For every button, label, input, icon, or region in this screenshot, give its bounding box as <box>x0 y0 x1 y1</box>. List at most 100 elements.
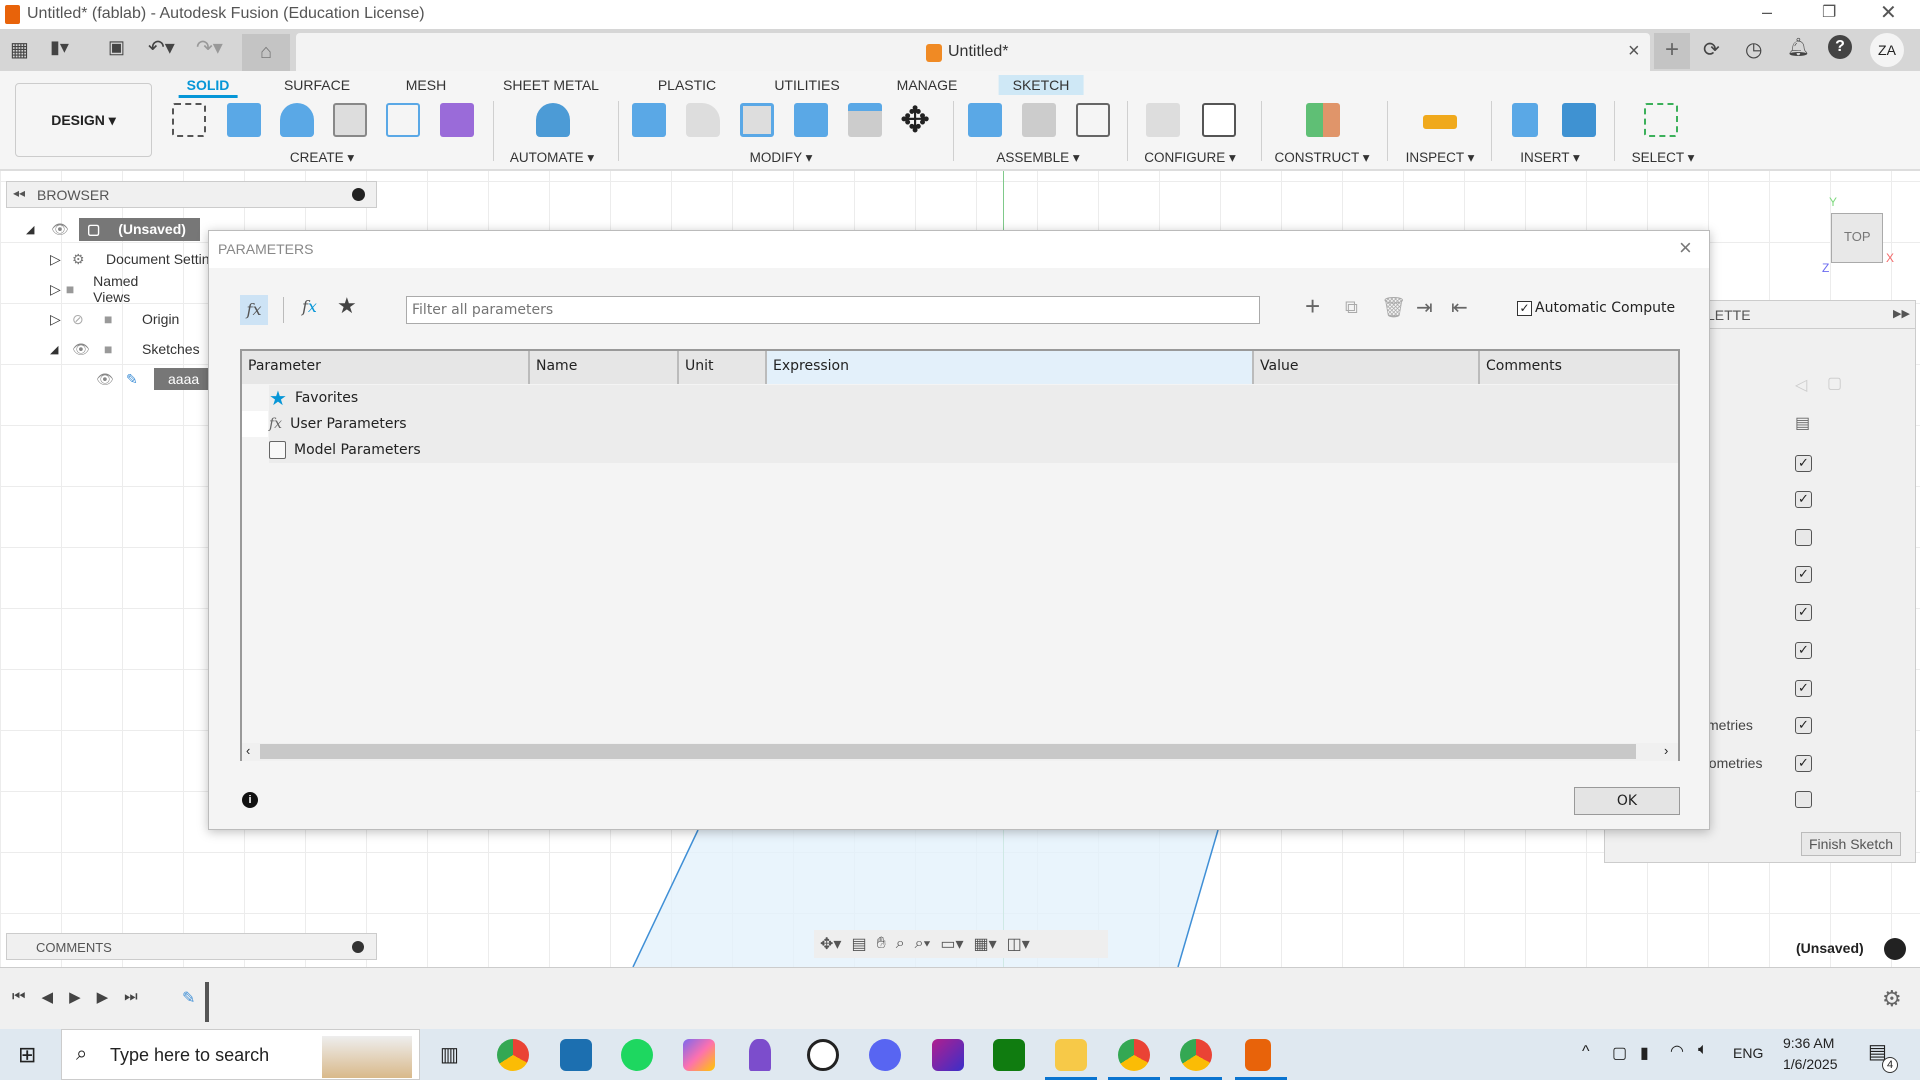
visibility-eye-icon[interactable]: 👁︎ <box>72 341 104 358</box>
inspect-menu[interactable]: INSPECT ▾ <box>1406 150 1475 166</box>
joint-icon[interactable] <box>1022 103 1056 137</box>
restore-button[interactable]: ❐ <box>1822 2 1836 22</box>
taskbar-search-box[interactable]: ⌕ Type here to search <box>61 1029 420 1080</box>
pattern-icon[interactable] <box>386 103 420 137</box>
hidden-eye-icon[interactable]: ⊘ <box>72 311 104 328</box>
new-component-icon[interactable] <box>968 103 1002 137</box>
configuration-table-icon[interactable] <box>1202 103 1236 137</box>
create-menu[interactable]: CREATE ▾ <box>290 150 354 166</box>
extrude-icon[interactable] <box>227 103 261 137</box>
add-comment-icon[interactable] <box>352 941 364 953</box>
fillet-icon[interactable] <box>686 103 720 137</box>
step-forward-icon[interactable]: ▶ <box>97 988 109 1006</box>
notification-bell-icon[interactable]: 🔔︎ <box>1787 37 1810 58</box>
construct-plane-icon[interactable] <box>1306 103 1340 137</box>
zoom-icon[interactable]: ⌕ <box>896 935 905 953</box>
chrome-icon[interactable] <box>497 1039 529 1071</box>
job-status-icon[interactable]: ⟳ <box>1703 37 1720 62</box>
browser-options-icon[interactable] <box>352 188 365 201</box>
combine-icon[interactable] <box>794 103 828 137</box>
comments-panel-header[interactable]: COMMENTS <box>6 933 377 960</box>
orbit-icon[interactable]: ✥▾ <box>820 934 841 954</box>
construct-menu[interactable]: CONSTRUCT ▾ <box>1274 150 1369 166</box>
cloud-sync-icon[interactable] <box>1884 938 1906 960</box>
file-menu-icon[interactable]: ▮▾ <box>50 37 69 58</box>
visibility-eye-icon[interactable]: 👁︎ <box>51 221 79 238</box>
viewcube-face-top[interactable]: TOP <box>1844 229 1871 244</box>
tab-surface[interactable]: SURFACE <box>276 75 358 95</box>
meet-now-icon[interactable]: ▢ <box>1612 1043 1627 1063</box>
palette-checkbox[interactable] <box>1795 529 1812 546</box>
undo-icon[interactable]: ↶▾ <box>148 35 175 60</box>
close-dialog-button[interactable]: × <box>1679 235 1692 261</box>
play-icon[interactable]: ▶ <box>69 988 81 1006</box>
app-icon-blue[interactable] <box>560 1039 592 1071</box>
move-icon[interactable]: ✥ <box>900 99 930 141</box>
slice-icon[interactable]: ▢ <box>1827 373 1842 393</box>
timeline-sketch-feature-icon[interactable]: ✎ <box>182 988 195 1008</box>
display-settings-icon[interactable]: ▭▾ <box>940 934 963 954</box>
timeline-settings-gear-icon[interactable]: ⚙ <box>1882 986 1902 1012</box>
favorites-row[interactable]: ★ Favorites <box>269 385 358 411</box>
user-parameters-row[interactable]: fx User Parameters <box>269 411 407 437</box>
user-parameters-filter-icon[interactable]: fx <box>302 297 317 316</box>
press-pull-icon[interactable] <box>632 103 666 137</box>
tab-manage[interactable]: MANAGE <box>889 75 966 95</box>
clickup-icon[interactable] <box>683 1039 715 1071</box>
app-icon-purple[interactable] <box>932 1039 964 1071</box>
automate-menu[interactable]: AUTOMATE ▾ <box>510 150 594 166</box>
look-at-icon[interactable]: ◁ <box>1795 375 1807 395</box>
save-icon[interactable]: ▣ <box>108 37 125 58</box>
tab-sheet-metal[interactable]: SHEET METAL <box>495 75 607 95</box>
timeline-marker[interactable] <box>205 982 209 1022</box>
step-back-icon[interactable]: ◀ <box>42 988 54 1006</box>
minimize-button[interactable]: – <box>1762 2 1772 23</box>
model-parameters-row[interactable]: Model Parameters <box>269 437 421 463</box>
hole-icon[interactable] <box>333 103 367 137</box>
home-button[interactable]: ⌂ <box>242 34 290 71</box>
insert-canvas-icon[interactable] <box>1562 103 1596 137</box>
scroll-left-icon[interactable]: ‹ <box>246 743 250 758</box>
spotify-icon[interactable] <box>621 1039 653 1071</box>
palette-checkbox[interactable]: ✓ <box>1795 455 1812 472</box>
volume-icon[interactable]: 🔈︎ <box>1698 1041 1708 1059</box>
configure-menu[interactable]: CONFIGURE ▾ <box>1144 150 1236 166</box>
redo-icon[interactable]: ↷▾ <box>196 35 223 60</box>
history-clock-icon[interactable]: ◷ <box>1745 37 1762 62</box>
column-header-comments[interactable]: Comments <box>1480 351 1678 384</box>
pan-hand-icon[interactable]: ✋︎ <box>877 935 886 953</box>
fusion-taskbar-icon[interactable] <box>1235 1039 1287 1080</box>
create-sketch-icon[interactable] <box>172 103 206 137</box>
clock-time[interactable]: 9:36 AM <box>1783 1035 1834 1051</box>
measure-icon[interactable] <box>1423 115 1457 129</box>
battery-icon[interactable]: ▮ <box>1640 1043 1649 1063</box>
help-icon[interactable]: ? <box>1828 35 1852 59</box>
close-window-button[interactable]: ✕ <box>1880 0 1897 25</box>
tree-item-sketch-aaaa[interactable]: 👁︎ ✎ aaaa <box>96 366 214 392</box>
visibility-eye-icon[interactable]: 👁︎ <box>96 371 126 388</box>
go-to-end-icon[interactable]: ⏭ <box>124 988 138 1006</box>
insert-mcmaster-icon[interactable] <box>1512 103 1538 137</box>
chrome-profile-icon[interactable] <box>1108 1039 1160 1080</box>
add-parameter-icon[interactable]: + <box>1305 291 1320 322</box>
checkbox-checkmark-icon[interactable]: ✓ <box>1517 300 1532 316</box>
close-tab-button[interactable]: × <box>1628 40 1640 63</box>
tab-plastic[interactable]: PLASTIC <box>650 75 724 95</box>
column-header-name[interactable]: Name <box>530 351 679 384</box>
tab-sketch[interactable]: SKETCH <box>998 75 1084 95</box>
apps-grid-icon[interactable]: ▦ <box>10 37 29 62</box>
delete-parameter-icon[interactable]: 🗑︎ <box>1381 295 1406 320</box>
viewports-icon[interactable]: ◫▾ <box>1007 934 1030 954</box>
export-parameters-icon[interactable]: ⇤ <box>1451 295 1468 320</box>
look-at-icon[interactable]: ▤ <box>851 934 866 954</box>
discord-icon[interactable] <box>869 1039 901 1071</box>
tab-mesh[interactable]: MESH <box>398 75 454 95</box>
palette-checkbox[interactable]: ✓ <box>1795 755 1812 772</box>
info-icon[interactable]: i <box>242 792 258 808</box>
shell-icon[interactable] <box>740 103 774 137</box>
column-header-parameter[interactable]: Parameter <box>242 351 530 384</box>
column-header-unit[interactable]: Unit <box>679 351 767 384</box>
favorites-star-icon[interactable]: ★ <box>337 293 357 319</box>
configure-icon[interactable] <box>1146 103 1180 137</box>
grid-icon[interactable]: ▦▾ <box>974 934 997 954</box>
